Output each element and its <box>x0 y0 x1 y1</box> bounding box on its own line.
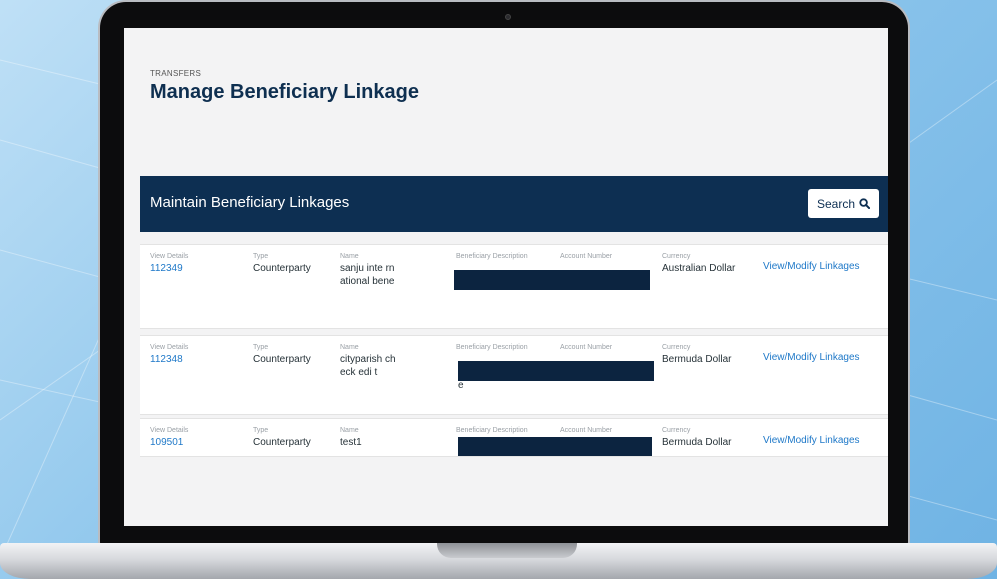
redaction-block <box>454 270 650 290</box>
screen: TRANSFERS Manage Beneficiary Linkage Mai… <box>124 28 888 526</box>
account-number-cell: Account Number <box>560 344 612 351</box>
type-cell: Type Counterparty <box>253 344 311 366</box>
redaction-block <box>458 437 652 456</box>
view-details-label: View Details <box>150 427 189 434</box>
redaction-block <box>458 361 654 381</box>
name-value: cityparish check edi t <box>340 354 396 378</box>
currency-value: Bermuda Dollar <box>662 354 732 365</box>
camera <box>505 14 511 20</box>
beneficiary-description-cell: Beneficiary Description <box>456 253 528 260</box>
section-header: Maintain Beneficiary Linkages Search <box>140 176 888 232</box>
actions-cell: View/Modify Linkages <box>763 256 860 274</box>
beneficiary-description-label: Beneficiary Description <box>456 253 528 260</box>
view-modify-linkages-link[interactable]: View/Modify Linkages <box>763 435 860 446</box>
account-number-label: Account Number <box>560 427 613 434</box>
table-row: View Details 112348 Type Counterparty Na… <box>140 335 888 415</box>
type-cell: Type Counterparty <box>253 427 311 449</box>
type-value: Counterparty <box>253 437 311 448</box>
view-details-label: View Details <box>150 253 189 260</box>
breadcrumb: TRANSFERS <box>150 69 202 78</box>
type-label: Type <box>253 427 269 434</box>
view-details-cell: View Details 112348 <box>150 344 188 366</box>
view-modify-linkages-link[interactable]: View/Modify Linkages <box>763 261 860 272</box>
name-value: sanju inte rnational bene <box>340 263 395 287</box>
table-row: View Details 112349 Type Counterparty Na… <box>140 244 888 329</box>
linkage-list: View Details 112349 Type Counterparty Na… <box>140 244 888 457</box>
currency-value: Bermuda Dollar <box>662 437 732 448</box>
currency-label: Currency <box>662 427 691 434</box>
type-value: Counterparty <box>253 354 311 365</box>
account-number-label: Account Number <box>560 344 613 351</box>
type-cell: Type Counterparty <box>253 253 311 275</box>
name-label: Name <box>340 253 359 260</box>
view-details-link[interactable]: 109501 <box>150 436 188 449</box>
beneficiary-description-cell: Beneficiary Description <box>456 427 528 434</box>
account-number-label: Account Number <box>560 253 613 260</box>
type-value: Counterparty <box>253 263 311 274</box>
search-button[interactable]: Search <box>808 189 879 218</box>
account-number-cell: Account Number <box>560 427 612 434</box>
beneficiary-description-value: e <box>458 380 464 391</box>
beneficiary-description-label: Beneficiary Description <box>456 427 528 434</box>
name-cell: Name cityparish check edi t <box>340 344 400 379</box>
type-label: Type <box>253 253 269 260</box>
search-icon <box>859 198 871 209</box>
currency-cell: Currency Bermuda Dollar <box>662 344 731 366</box>
name-label: Name <box>340 344 359 351</box>
name-cell: Name test1 <box>340 427 400 449</box>
actions-cell: View/Modify Linkages <box>763 347 860 365</box>
view-details-cell: View Details 112349 <box>150 253 188 275</box>
currency-label: Currency <box>662 344 691 351</box>
beneficiary-description-cell: Beneficiary Description <box>456 344 528 351</box>
name-cell: Name sanju inte rnational bene <box>340 253 400 288</box>
name-label: Name <box>340 427 359 434</box>
table-row: View Details 109501 Type Counterparty Na… <box>140 418 888 457</box>
currency-cell: Currency Australian Dollar <box>662 253 735 275</box>
view-details-label: View Details <box>150 344 189 351</box>
currency-cell: Currency Bermuda Dollar <box>662 427 731 449</box>
section-title: Maintain Beneficiary Linkages <box>150 194 350 211</box>
view-modify-linkages-link[interactable]: View/Modify Linkages <box>763 352 860 363</box>
actions-cell: View/Modify Linkages <box>763 430 860 448</box>
view-details-link[interactable]: 112348 <box>150 353 188 366</box>
name-value: test1 <box>340 437 362 448</box>
type-label: Type <box>253 344 269 351</box>
account-number-cell: Account Number <box>560 253 612 260</box>
currency-value: Australian Dollar <box>662 263 736 274</box>
page-title: Manage Beneficiary Linkage <box>150 81 419 103</box>
search-button-label: Search <box>816 196 856 211</box>
view-details-link[interactable]: 112349 <box>150 262 188 275</box>
laptop-notch <box>437 543 577 558</box>
view-details-cell: View Details 109501 <box>150 427 188 449</box>
beneficiary-description-label: Beneficiary Description <box>456 344 528 351</box>
currency-label: Currency <box>662 253 691 260</box>
